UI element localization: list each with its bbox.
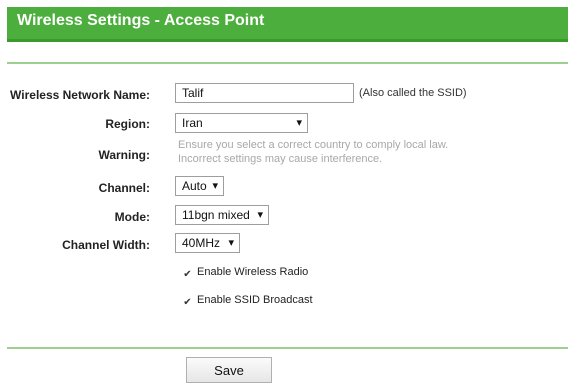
page-title: Wireless Settings - Access Point (17, 12, 265, 29)
mode-label: Mode: (114, 210, 150, 224)
region-label: Region: (105, 117, 150, 131)
channel-value: Auto (182, 179, 207, 193)
save-button[interactable]: Save (186, 357, 272, 383)
channel-label: Channel: (98, 181, 150, 195)
region-value: Iran (182, 116, 203, 130)
warning-label: Warning: (98, 148, 150, 162)
channel-width-label: Channel Width: (62, 238, 150, 252)
channel-width-value: 40MHz (182, 236, 221, 250)
mode-value: 11bgn mixed (182, 208, 250, 222)
region-select[interactable]: Iran (175, 113, 308, 133)
check-icon: ✔ (183, 269, 192, 280)
enable-wireless-radio-label: Enable Wireless Radio (197, 266, 309, 278)
enable-ssid-broadcast-checkbox[interactable]: ✔ Enable SSID Broadcast (182, 294, 313, 308)
warning-line-1: Ensure you select a correct country to c… (178, 139, 449, 151)
channel-width-select[interactable]: 40MHz (175, 233, 240, 253)
top-divider (7, 62, 568, 64)
ssid-hint: (Also called the SSID) (359, 87, 467, 99)
mode-select[interactable]: 11bgn mixed (175, 205, 269, 225)
page-header: Wireless Settings - Access Point (7, 7, 568, 42)
enable-ssid-broadcast-label: Enable SSID Broadcast (197, 294, 313, 306)
ssid-input[interactable]: Talif (175, 83, 354, 103)
ssid-label: Wireless Network Name: (10, 88, 150, 102)
channel-select[interactable]: Auto (175, 176, 224, 196)
bottom-divider (7, 347, 568, 349)
enable-wireless-radio-checkbox[interactable]: ✔ Enable Wireless Radio (182, 266, 308, 280)
check-icon: ✔ (183, 297, 192, 308)
warning-line-2: Incorrect settings may cause interferenc… (178, 153, 383, 165)
